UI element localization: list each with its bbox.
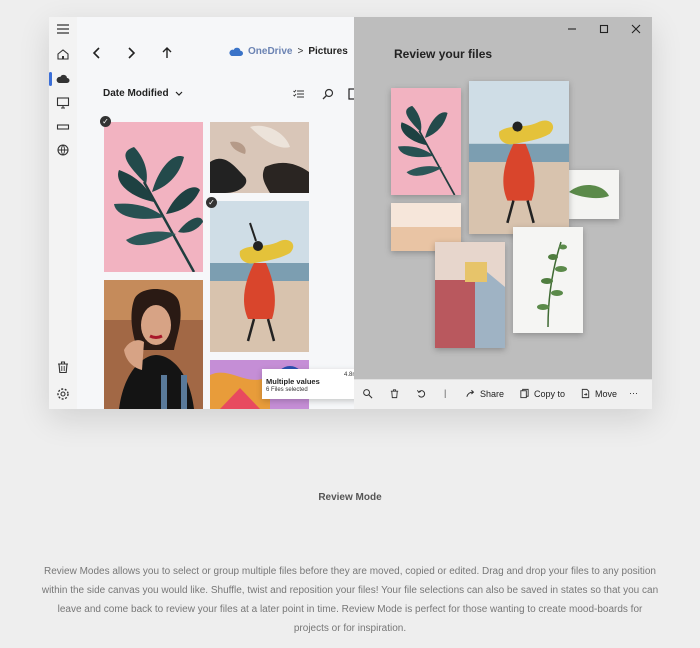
canvas-image-plant[interactable]	[513, 227, 583, 333]
up-arrow-icon[interactable]	[159, 45, 175, 61]
review-title: Review your files	[394, 47, 493, 61]
selected-check-icon[interactable]: ✓	[206, 197, 217, 208]
photo-tile-beach-dancer[interactable]	[210, 201, 309, 352]
portrait-woman-image	[104, 280, 203, 409]
recycle-bin-icon[interactable]	[55, 359, 71, 375]
move-label: Move	[595, 388, 618, 399]
delete-button[interactable]	[389, 388, 400, 399]
toolbar-divider: |	[444, 388, 447, 398]
settings-gear-icon[interactable]	[55, 386, 71, 402]
breadcrumb-onedrive[interactable]: OneDrive	[248, 46, 292, 57]
canvas-image-palm-leaf[interactable]	[391, 88, 461, 195]
review-canvas-pane: Review your files | Share Copy to Move ·…	[354, 17, 652, 409]
network-globe-icon[interactable]	[55, 142, 71, 158]
share-label: Share	[480, 388, 505, 399]
selection-info-tooltip: 4.8mb Multiple values 6 Files selected	[262, 369, 362, 399]
share-button[interactable]: Share	[465, 388, 504, 399]
copy-to-label: Copy to	[534, 388, 566, 399]
mode-description: Review Modes allows you to select or gro…	[41, 566, 659, 634]
canvas-image-beach-dancer[interactable]	[469, 81, 569, 234]
palm-leaf-thumb	[398, 105, 456, 195]
mode-caption: Review Mode	[318, 492, 382, 503]
hamburger-menu-icon[interactable]	[55, 21, 71, 37]
share-icon	[466, 389, 475, 397]
nav-rail	[49, 17, 77, 409]
back-arrow-icon[interactable]	[89, 45, 105, 61]
selection-title: Multiple values	[266, 377, 320, 386]
canvas-image-architecture[interactable]	[435, 242, 505, 348]
onedrive-logo-icon	[229, 47, 243, 56]
architecture-thumb	[435, 242, 505, 348]
chevron-down-icon	[175, 91, 182, 96]
selection-count: 6 Files selected	[266, 387, 308, 393]
search-icon[interactable]	[321, 87, 335, 101]
beach-dancer-thumb	[469, 81, 569, 234]
monitor-icon[interactable]	[55, 95, 71, 111]
close-icon[interactable]	[630, 23, 642, 35]
photo-tile-abstract-paint[interactable]	[210, 122, 309, 193]
photo-tile-palm-leaf[interactable]	[104, 122, 203, 272]
breadcrumb-pictures[interactable]: Pictures	[308, 46, 347, 57]
sort-label: Date Modified	[103, 88, 169, 99]
trash-icon	[390, 389, 399, 399]
palm-leaf-image	[114, 147, 203, 272]
plant-thumb	[537, 241, 567, 328]
review-toolbar: | Share Copy to Move ···	[354, 379, 652, 409]
breadcrumb: OneDrive > Pictures	[229, 46, 348, 57]
rotate-icon	[416, 390, 426, 398]
forward-arrow-icon[interactable]	[123, 45, 139, 61]
abstract-paint-image	[210, 125, 309, 193]
green-leaf-thumb	[569, 185, 609, 199]
photo-tile-portrait[interactable]	[104, 280, 203, 409]
selected-check-icon[interactable]: ✓	[100, 116, 111, 127]
copy-to-button[interactable]: Copy to	[519, 388, 565, 399]
sort-dropdown[interactable]: Date Modified	[103, 88, 183, 99]
move-icon	[581, 388, 590, 399]
move-button[interactable]: Move	[580, 388, 617, 399]
copy-icon	[520, 388, 529, 399]
maximize-icon[interactable]	[598, 23, 610, 35]
more-options-button[interactable]: ···	[629, 388, 638, 398]
drive-icon[interactable]	[55, 119, 71, 135]
canvas-image-leaf-white[interactable]	[569, 170, 619, 219]
zoom-icon	[363, 389, 373, 399]
onedrive-cloud-icon[interactable]	[55, 71, 71, 87]
rotate-button[interactable]	[416, 388, 427, 399]
home-icon[interactable]	[55, 46, 71, 62]
active-indicator	[49, 72, 52, 86]
file-browser-pane: OneDrive > Pictures Date Modified ✓ ✓ 4.…	[77, 17, 362, 409]
breadcrumb-separator: >	[297, 46, 304, 57]
file-explorer-window: OneDrive > Pictures Date Modified ✓ ✓ 4.…	[49, 17, 652, 409]
select-list-icon[interactable]	[292, 87, 306, 101]
zoom-button[interactable]	[362, 388, 373, 399]
beach-dancer-image	[210, 201, 309, 352]
minimize-icon[interactable]	[566, 23, 578, 35]
